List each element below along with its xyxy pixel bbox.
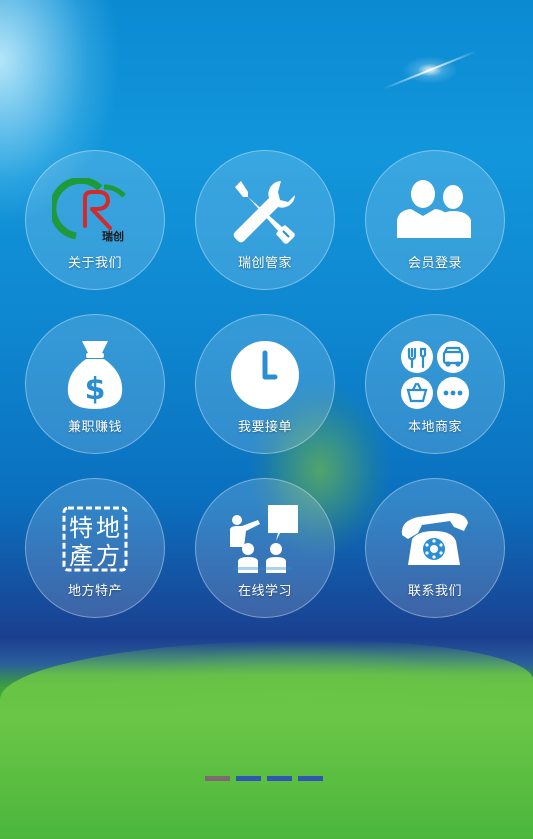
menu-label: 本地商家 bbox=[407, 420, 462, 435]
ruichuang-logo-icon: 瑞创 bbox=[26, 175, 164, 247]
menu-grid: 瑞创 关于我们 瑞创管家 会员登录 $ 兼职赚钱 我要接单 本地商家 特 地 產… bbox=[25, 150, 508, 618]
menu-label: 在线学习 bbox=[237, 584, 292, 599]
menu-item-earn[interactable]: $ 兼职赚钱 bbox=[25, 314, 165, 454]
carousel-dot[interactable] bbox=[298, 776, 323, 781]
users-icon bbox=[366, 175, 504, 247]
menu-label: 联系我们 bbox=[407, 584, 462, 599]
menu-item-specialty[interactable]: 特 地 產 方 地方特产 bbox=[25, 478, 165, 618]
telephone-icon bbox=[366, 503, 504, 575]
menu-item-orders[interactable]: 我要接单 bbox=[195, 314, 335, 454]
logo-text: 瑞创 bbox=[102, 229, 124, 243]
tools-icon bbox=[196, 175, 334, 247]
menu-label: 瑞创管家 bbox=[237, 256, 292, 271]
stamp-char: 產 bbox=[69, 542, 93, 570]
menu-item-contact[interactable]: 联系我们 bbox=[365, 478, 505, 618]
money-bag-icon: $ bbox=[26, 339, 164, 411]
menu-label: 会员登录 bbox=[407, 256, 462, 271]
background-grass bbox=[0, 640, 533, 839]
menu-label: 我要接单 bbox=[237, 420, 292, 435]
menu-item-learn[interactable]: 在线学习 bbox=[195, 478, 335, 618]
svg-text:$: $ bbox=[85, 372, 106, 407]
merchants-icon bbox=[366, 339, 504, 411]
carousel-dot[interactable] bbox=[236, 776, 261, 781]
specialty-stamp-icon: 特 地 產 方 bbox=[26, 503, 164, 575]
menu-item-merchants[interactable]: 本地商家 bbox=[365, 314, 505, 454]
sparkle-decoration bbox=[400, 55, 460, 85]
clock-icon bbox=[196, 339, 334, 411]
carousel-indicator bbox=[205, 776, 323, 781]
stamp-char: 方 bbox=[96, 542, 120, 570]
carousel-dot[interactable] bbox=[267, 776, 292, 781]
stamp-char: 地 bbox=[96, 514, 120, 542]
menu-item-about[interactable]: 瑞创 关于我们 bbox=[25, 150, 165, 290]
carousel-dot-active[interactable] bbox=[205, 776, 230, 781]
menu-item-manager[interactable]: 瑞创管家 bbox=[195, 150, 335, 290]
menu-label: 地方特产 bbox=[67, 584, 122, 599]
menu-label: 关于我们 bbox=[67, 256, 122, 271]
menu-item-login[interactable]: 会员登录 bbox=[365, 150, 505, 290]
stamp-char: 特 bbox=[69, 514, 93, 542]
classroom-icon bbox=[196, 503, 334, 575]
menu-label: 兼职赚钱 bbox=[67, 420, 122, 435]
